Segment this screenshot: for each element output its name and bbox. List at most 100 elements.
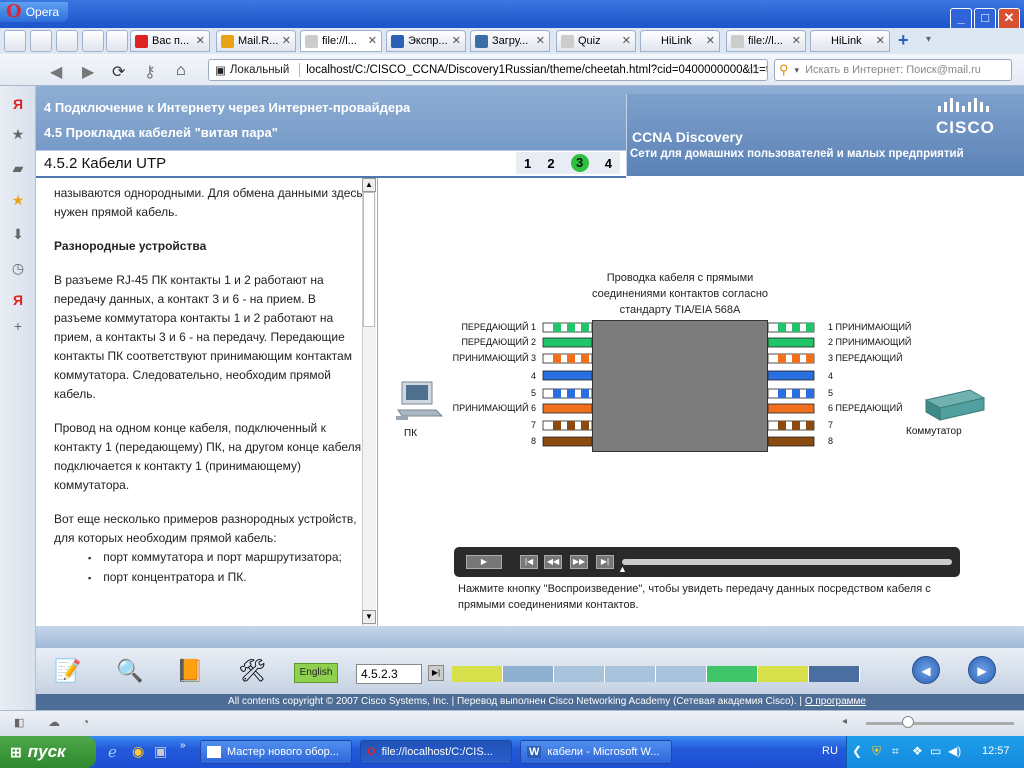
opera-menu-button[interactable]: O Opera	[0, 2, 68, 22]
search-engine-icon[interactable]: ⚲	[779, 62, 789, 78]
taskbar-item-active[interactable]: O file://localhost/C:/CIS...	[360, 740, 512, 764]
next-page-button[interactable]: ▶	[968, 656, 996, 684]
progress-segment[interactable]	[605, 666, 656, 682]
star-icon[interactable]: ☆	[748, 61, 761, 78]
language-indicator[interactable]: RU	[822, 745, 838, 757]
page-1-link[interactable]: 1	[524, 156, 531, 171]
progress-segment[interactable]	[656, 666, 707, 682]
media-quicklaunch-icon[interactable]: ▣	[154, 743, 167, 760]
notes-panel-icon[interactable]	[56, 30, 78, 52]
close-icon[interactable]: ✕	[368, 34, 377, 47]
skip-start-button[interactable]: |◀	[520, 555, 538, 569]
search-input[interactable]: ⚲ ▾ Искать в Интернет: Поиск@mail.ru	[774, 59, 1012, 81]
tab-0[interactable]: Вас п... ✕	[130, 30, 210, 52]
tab-menu-icon[interactable]: ▾	[926, 34, 931, 45]
slider-thumb[interactable]: ▲	[618, 564, 627, 574]
scroll-thumb[interactable]	[363, 192, 375, 327]
home-icon[interactable]: ⌂	[176, 62, 186, 80]
close-icon[interactable]: ✕	[622, 34, 631, 47]
glossary-book-icon[interactable]: 📙	[172, 656, 208, 686]
turbo-icon[interactable]: ☁	[48, 715, 60, 729]
close-icon[interactable]: ✕	[282, 34, 291, 47]
notes-icon[interactable]: 📝	[50, 656, 86, 686]
yandex-icon[interactable]: Я	[10, 96, 26, 112]
chrome-quicklaunch-icon[interactable]: ◉	[132, 743, 144, 760]
tab-2[interactable]: file://l... ✕	[300, 30, 382, 52]
taskbar-item[interactable]: Мастер нового обор...	[200, 740, 352, 764]
panel-toggle-icon[interactable]: ◧	[14, 716, 24, 729]
close-icon[interactable]: ✕	[876, 34, 885, 47]
downloads-icon[interactable]: ⬇	[10, 226, 26, 242]
zoom-thumb[interactable]	[902, 716, 914, 728]
language-button[interactable]: English	[294, 663, 338, 683]
notes-icon[interactable]: ▰	[10, 160, 26, 176]
mail-panel-icon[interactable]	[4, 30, 26, 52]
minimize-button[interactable]: _	[950, 8, 972, 30]
new-tab-icon[interactable]: +	[898, 30, 909, 51]
address-field[interactable]: ▣ Локальный localhost/C:/CISCO_CCNA/Disco…	[208, 59, 768, 81]
play-button[interactable]: ▶	[466, 555, 502, 569]
playback-slider[interactable]	[622, 559, 952, 565]
history-icon[interactable]: ◷	[10, 260, 26, 276]
shield-icon[interactable]: ⛨	[872, 744, 881, 759]
maximize-button[interactable]: □	[974, 8, 996, 30]
progress-segment[interactable]	[758, 666, 809, 682]
view-icon[interactable]: ◂	[842, 716, 847, 727]
vk-tab-icon[interactable]	[82, 30, 104, 52]
progress-segment[interactable]	[452, 666, 503, 682]
tab-8[interactable]: HiLink ✕	[810, 30, 890, 52]
progress-segment[interactable]	[554, 666, 605, 682]
page-2-link[interactable]: 2	[547, 156, 554, 171]
page-4-link[interactable]: 4	[605, 156, 612, 171]
speed-icon[interactable]: ◔	[82, 715, 89, 729]
taskbar-item[interactable]: W кабели - Microsoft W...	[520, 740, 672, 764]
zoom-slider[interactable]	[866, 722, 1014, 725]
search-icon[interactable]: 🔍	[112, 656, 148, 686]
tab-4[interactable]: Загру... ✕	[470, 30, 550, 52]
go-button[interactable]: ▶|	[428, 665, 444, 681]
yandex-bar-icon[interactable]: Я	[10, 292, 26, 308]
close-icon[interactable]: ✕	[536, 34, 545, 47]
progress-segment[interactable]	[707, 666, 758, 682]
chevron-down-icon[interactable]: ▾	[795, 65, 800, 76]
start-button[interactable]: ⊞ пуск	[0, 736, 96, 768]
network-icon[interactable]: ⌗	[892, 744, 899, 759]
yandex-tab-icon[interactable]	[106, 30, 128, 52]
fast-forward-button[interactable]: ▶▶	[570, 555, 588, 569]
progress-segment[interactable]	[809, 666, 860, 682]
close-icon[interactable]: ✕	[792, 34, 801, 47]
reload-icon[interactable]: ⟳	[112, 62, 125, 82]
more-icon[interactable]: »	[180, 740, 186, 751]
scroll-down-icon[interactable]: ▼	[362, 610, 376, 624]
tab-6[interactable]: HiLink ✕	[640, 30, 720, 52]
tab-3[interactable]: Экспр... ✕	[386, 30, 466, 52]
tools-icon[interactable]: 🛠	[234, 656, 270, 686]
rewind-button[interactable]: ◀◀	[544, 555, 562, 569]
skip-end-button[interactable]: ▶|	[596, 555, 614, 569]
close-icon[interactable]: ✕	[706, 34, 715, 47]
tab-1[interactable]: Mail.R... ✕	[216, 30, 296, 52]
add-panel-icon[interactable]: +	[10, 318, 26, 334]
scroll-up-icon[interactable]: ▲	[362, 178, 376, 192]
key-icon[interactable]: ⚷	[144, 62, 156, 82]
url-text[interactable]: localhost/C:/CISCO_CCNA/Discovery1Russia…	[300, 64, 767, 76]
tab-7[interactable]: file://l... ✕	[726, 30, 806, 52]
close-button[interactable]: ✕	[998, 8, 1020, 30]
tab-5[interactable]: Quiz ✕	[556, 30, 636, 52]
about-link[interactable]: О программе	[805, 696, 866, 707]
volume-icon[interactable]: ◀)	[948, 744, 961, 758]
page-3-link[interactable]: 3	[570, 154, 589, 172]
tray-chevron-icon[interactable]: ❮	[852, 744, 862, 758]
widgets-icon[interactable]: ★	[10, 192, 26, 208]
location-input[interactable]: 4.5.2.3	[356, 664, 422, 684]
close-icon[interactable]: ✕	[452, 34, 461, 47]
course-progress-strip[interactable]	[452, 666, 860, 682]
antivirus-icon[interactable]: ❖	[912, 744, 923, 758]
progress-segment[interactable]	[503, 666, 554, 682]
display-icon[interactable]: ▭	[930, 744, 941, 758]
ie-quicklaunch-icon[interactable]: ℯ	[108, 743, 117, 761]
back-icon[interactable]: ◀	[50, 62, 62, 82]
forward-icon[interactable]: ▶	[82, 62, 94, 82]
feeds-panel-icon[interactable]	[30, 30, 52, 52]
bookmarks-icon[interactable]: ★	[10, 126, 26, 142]
